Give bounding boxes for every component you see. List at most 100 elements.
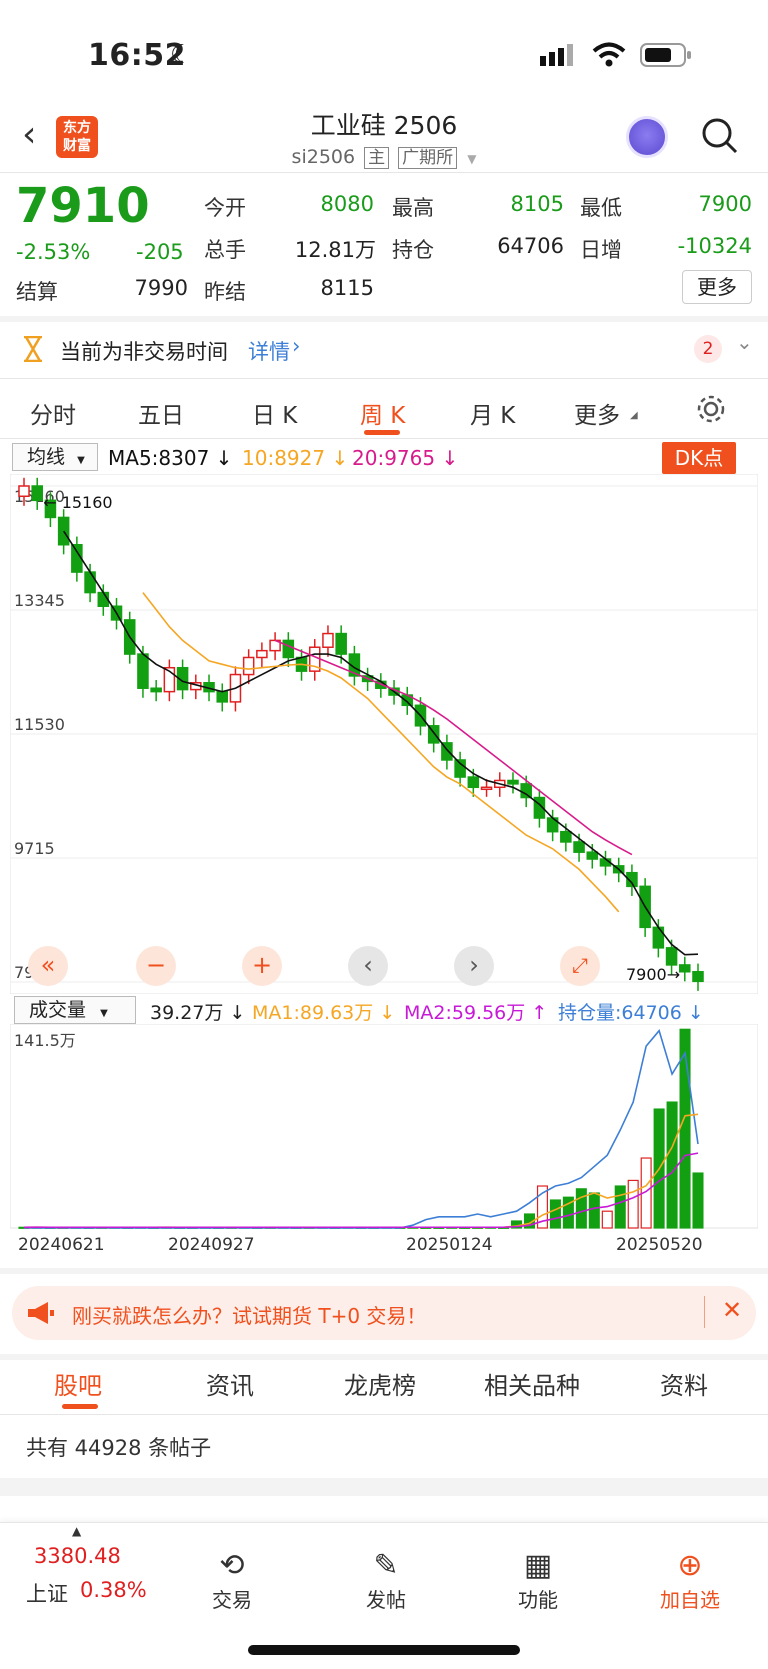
nav-functions[interactable]: ▦ 功能 [488,1548,588,1613]
tab-related[interactable]: 相关品种 [484,1366,580,1401]
last-price: 7910 [16,178,150,234]
select-arrow-icon: ▼ [77,455,85,466]
ma10-legend: 10:8927 ↓ [242,446,349,470]
promo-banner[interactable]: 刚买就跌怎么办？试试期货 T+0 交易！ ✕ [12,1286,756,1340]
high-label: 最高 [392,196,434,220]
price-tick-label: 11530 [14,715,65,734]
nav-trade[interactable]: ⟲ 交易 [182,1548,282,1613]
volume-bar [588,1192,600,1229]
open-value: 8080 [320,192,374,216]
volume-bar [692,1172,704,1229]
candle-body [467,776,480,789]
robot-assistant-icon[interactable] [626,116,668,158]
candle-body [679,964,691,973]
tab-dragon-tiger[interactable]: 龙虎榜 [344,1366,416,1401]
nav-add-watchlist[interactable]: ⊕ 加自选 [640,1548,740,1613]
tab-weekly-k[interactable]: 周 K [360,396,405,430]
candle-body [256,649,268,659]
megaphone-icon [28,1302,54,1324]
volume-indicator-select[interactable]: 成交量 ▼ [14,996,136,1024]
zoom-in-button[interactable]: + [242,946,282,986]
down-arrow-icon: ↓ [373,1002,396,1024]
vol-value-legend: 39.27万 ↓ [150,1002,246,1024]
exchange-tag: 广期所 [398,147,458,169]
tab-daily-k[interactable]: 日 K [252,396,297,430]
scroll-left-button[interactable]: ‹ [348,946,388,986]
expand-icon[interactable]: ⤢ [560,946,600,986]
grid-icon: ▦ [523,1548,553,1583]
tab-guba[interactable]: 股吧 [54,1366,102,1401]
volume-bar [601,1210,613,1229]
index-name: 上证 [26,1582,68,1606]
wifi-icon [592,42,626,67]
trade-icon: ⟲ [219,1548,245,1583]
status-bar: 16:52 ☾ [0,0,768,100]
low-value: 7900 [698,192,752,216]
index-value[interactable]: 3380.48 [34,1544,121,1568]
tab-intraday[interactable]: 分时 [30,396,76,430]
down-arrow-icon: ↓ [223,1002,246,1024]
candlestick-chart[interactable]: 15160133451153097157900← 151607900→ [10,474,758,994]
notice-detail-link[interactable]: 详情 [248,336,290,366]
volume-value: 12.81万 [294,238,376,262]
notice-text: 当前为非交易时间 [60,340,228,364]
home-indicator [248,1645,520,1655]
active-bottom-tab-indicator [62,1404,98,1409]
zoom-out-button[interactable]: − [136,946,176,986]
candle-body [560,830,572,843]
dropdown-icon: ▼ [467,152,477,166]
candle-body [242,656,255,676]
dk-point-button[interactable]: DK点 [662,442,736,474]
close-icon[interactable]: ✕ [722,1296,742,1324]
high-marker-label: ← 15160 [43,493,112,512]
search-icon[interactable] [700,116,740,156]
tab-more[interactable]: 更多 [574,396,620,430]
battery-icon [640,43,691,67]
tab-five-day[interactable]: 五日 [138,396,184,430]
prev-settle-label: 昨结 [204,280,246,304]
candle-body [31,485,43,502]
trading-notice[interactable]: 当前为非交易时间 详情 › [0,320,768,378]
settings-gear-icon[interactable] [696,394,726,424]
scroll-left-fast-button[interactable]: « [28,946,68,986]
candle-body [586,851,599,860]
low-marker-label: 7900→ [626,965,680,984]
candle-body [480,786,493,791]
promo-text: 刚买就跌怎么办？试试期货 T+0 交易！ [72,1304,427,1328]
vol-ma1-legend: MA1:89.63万 ↓ [252,1002,396,1024]
candle-body [216,690,229,703]
add-circle-icon: ⊕ [677,1548,703,1583]
candle-body [322,632,334,648]
volume-bar [575,1188,587,1229]
oi-label: 持仓 [392,238,434,262]
open-label: 今开 [204,196,246,220]
prev-settle-value: 8115 [320,276,374,300]
tab-profile[interactable]: 资料 [660,1366,708,1401]
chevron-down-icon[interactable]: ⌄ [736,330,753,354]
volume-max-label: 141.5万 [14,1031,76,1050]
settle-value: 7990 [134,276,188,300]
main-contract-tag: 主 [364,147,390,169]
candle-body [84,571,96,594]
scroll-right-button[interactable]: › [454,946,494,986]
candle-body [520,783,532,799]
select-arrow-icon: ▼ [100,1008,108,1019]
date-tick-label: 20250520 [616,1235,703,1255]
tab-news[interactable]: 资讯 [206,1366,254,1401]
indicator-select[interactable]: 均线 ▼ [12,443,98,471]
edit-icon: ✎ [373,1548,399,1583]
more-quote-button[interactable]: 更多 [682,270,752,304]
index-up-icon: ▲ [72,1524,82,1538]
down-arrow-icon: ↓ [209,446,233,470]
tab-monthly-k[interactable]: 月 K [470,396,515,430]
change-percent: -2.53% [16,240,91,264]
price-tick-label: 9715 [14,839,55,858]
candle-body [150,687,162,693]
down-arrow-icon: ↓ [435,446,459,470]
nav-post[interactable]: ✎ 发帖 [336,1548,436,1613]
candle-body [18,485,30,497]
candle-body [335,632,347,655]
down-arrow-icon: ↓ [681,1002,704,1024]
oi-value: 64706 [497,234,564,258]
volume-chart[interactable]: 141.5万 20240621 20240927 20250124 20250520 [10,1024,758,1258]
